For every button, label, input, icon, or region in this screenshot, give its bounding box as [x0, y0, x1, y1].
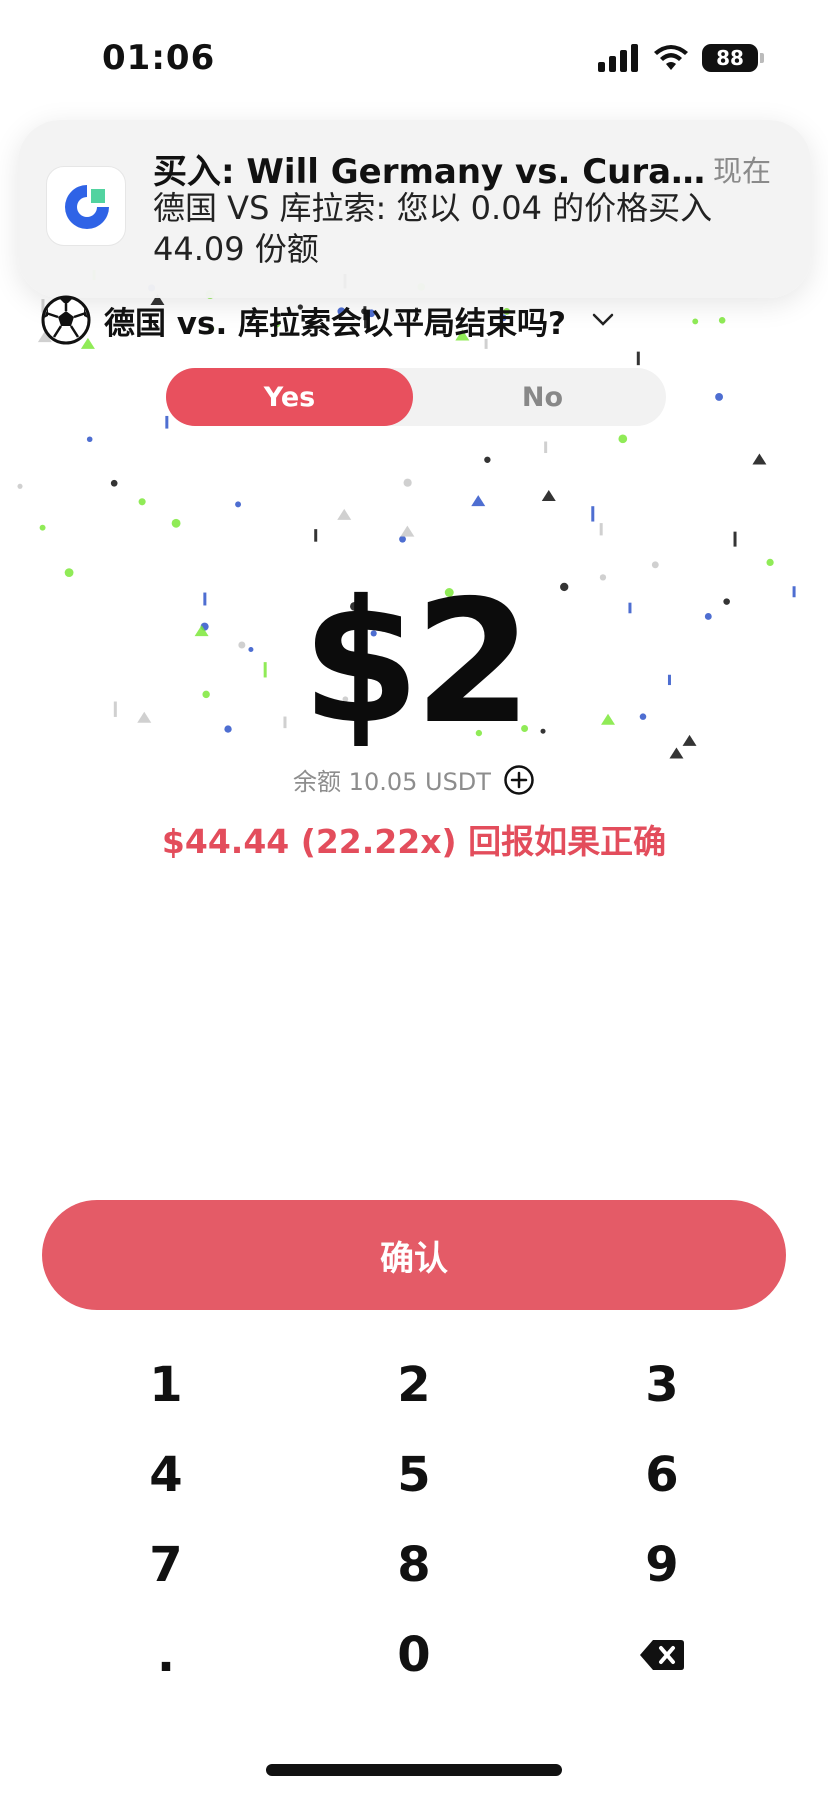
backspace-key[interactable]: [562, 1615, 762, 1695]
key-decimal[interactable]: .: [66, 1615, 266, 1695]
status-icons: 88: [598, 44, 764, 72]
notification-title: 买入: Will Germany vs. Curaça...: [153, 152, 713, 192]
confetti-piece: [86, 436, 93, 443]
confirm-button[interactable]: 确认: [42, 1200, 786, 1310]
confetti-piece: [400, 525, 415, 537]
confetti-piece: [692, 318, 699, 325]
key-7[interactable]: 7: [66, 1525, 266, 1605]
key-9[interactable]: 9: [562, 1525, 762, 1605]
confetti-piece: [599, 523, 603, 536]
chevron-down-icon: [592, 313, 614, 326]
payout-text: $44.44 (22.22x) 回报如果正确: [161, 822, 667, 861]
confetti-piece: [484, 456, 491, 463]
home-indicator: [266, 1764, 562, 1776]
backspace-icon: [640, 1640, 684, 1670]
notification-banner[interactable]: 买入: Will Germany vs. Curaça... 现在 德国 VS …: [18, 120, 811, 298]
no-option[interactable]: No: [419, 368, 666, 426]
notification-time: 现在: [712, 154, 771, 188]
key-8[interactable]: 8: [314, 1525, 514, 1605]
confetti-piece: [715, 393, 723, 401]
confetti-piece: [752, 453, 767, 465]
confetti-piece: [138, 498, 146, 506]
outcome-toggle: Yes No: [166, 368, 666, 426]
confetti-piece: [39, 524, 46, 531]
balance-label: 余额 10.05 USDT: [293, 768, 491, 796]
bet-amount: $2: [301, 564, 533, 762]
status-time: 01:06: [102, 38, 216, 78]
confetti-piece: [636, 351, 640, 366]
add-circle-icon[interactable]: [503, 764, 535, 796]
confetti-piece: [718, 317, 726, 324]
confetti-piece: [618, 434, 628, 444]
key-0[interactable]: 0: [314, 1615, 514, 1695]
confetti-piece: [766, 558, 774, 567]
confetti-piece: [110, 479, 118, 487]
confetti-piece: [544, 441, 548, 454]
confetti-piece: [171, 518, 181, 528]
key-5[interactable]: 5: [314, 1435, 514, 1515]
confetti-piece: [235, 501, 242, 508]
market-selector[interactable]: 德国 vs. 库拉索会以平局结束吗?: [40, 292, 614, 348]
confetti-piece: [591, 506, 595, 522]
confetti-piece: [471, 495, 486, 507]
key-4[interactable]: 4: [66, 1435, 266, 1515]
wifi-icon: [654, 45, 688, 70]
confetti-piece: [337, 508, 352, 520]
signal-icon: [598, 44, 638, 72]
confetti-piece: [733, 531, 737, 547]
confetti-piece: [399, 535, 406, 543]
notification-body: 德国 VS 库拉索: 您以 0.04 的价格买入 44.09 份额: [153, 189, 713, 268]
key-1[interactable]: 1: [66, 1345, 266, 1425]
key-6[interactable]: 6: [562, 1435, 762, 1515]
battery-indicator: 88: [702, 44, 764, 72]
key-3[interactable]: 3: [562, 1345, 762, 1425]
key-2[interactable]: 2: [314, 1345, 514, 1425]
soccer-ball-icon: [41, 295, 91, 345]
yes-option[interactable]: Yes: [166, 368, 413, 426]
confetti-piece: [17, 483, 23, 489]
confetti-piece: [314, 529, 318, 542]
app-logo-icon: [46, 166, 126, 246]
confetti-piece: [541, 490, 556, 502]
market-title: 德国 vs. 库拉索会以平局结束吗?: [104, 305, 567, 342]
balance-row: 余额 10.05 USDT: [0, 762, 828, 797]
confetti-piece: [403, 478, 412, 487]
confetti-piece: [165, 415, 169, 429]
